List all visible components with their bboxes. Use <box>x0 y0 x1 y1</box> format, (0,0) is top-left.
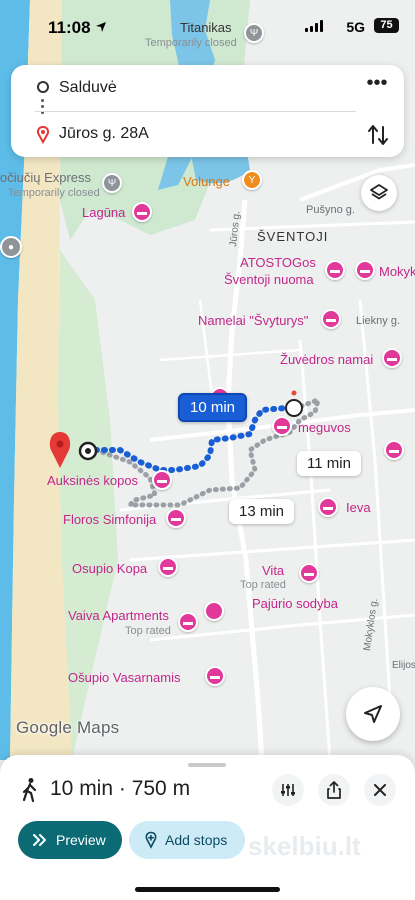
status-bar: 11:08 5G 75 <box>0 0 415 56</box>
watermark: skelbiu.lt <box>248 831 361 861</box>
place-label: Vaiva Apartments <box>68 608 169 623</box>
place-status: Top rated <box>125 625 171 637</box>
route-summary: 10 min · 750 m <box>50 777 191 800</box>
sheet-drag-handle[interactable] <box>188 763 226 767</box>
place-label: Vita <box>262 563 285 578</box>
place-label: Mokyk <box>379 264 415 279</box>
place-label: Lagūna <box>82 205 126 220</box>
swap-directions-button[interactable] <box>364 121 392 149</box>
add-stop-pin-icon <box>145 831 157 849</box>
place-label: Šventoji nuoma <box>224 272 314 287</box>
add-stops-button[interactable]: Add stops <box>129 821 245 859</box>
lodging-icon[interactable]: ▬ <box>205 666 225 686</box>
lodging-icon[interactable]: ▬ <box>355 260 375 280</box>
double-chevron-icon <box>33 834 46 846</box>
close-button[interactable] <box>364 774 396 806</box>
origin-field[interactable]: Salduvė <box>59 79 117 97</box>
layers-icon <box>370 184 388 200</box>
add-stops-label: Add stops <box>165 832 228 848</box>
destination-field[interactable]: Jūros g. 28A <box>59 125 149 143</box>
location-arrow-icon <box>96 22 106 32</box>
status-time: 11:08 <box>48 18 91 37</box>
place-label: Žuvėdros namai <box>280 352 374 367</box>
my-location-button[interactable] <box>346 687 400 741</box>
divider <box>35 111 356 112</box>
lodging-icon[interactable]: ▬ <box>132 202 152 222</box>
walking-icon <box>22 778 37 803</box>
navigation-arrow-icon <box>364 705 382 723</box>
network-type: 5G <box>346 19 365 35</box>
place-label: Namelai "Švyturys" <box>198 313 309 328</box>
origin-icon <box>37 81 49 93</box>
lodging-icon[interactable]: ▬ <box>178 612 198 632</box>
signal-icon <box>305 20 323 32</box>
place-label: Pajūrio sodyba <box>252 596 338 611</box>
bar-icon[interactable]: Y <box>242 170 262 190</box>
lodging-icon[interactable]: ▬ <box>166 508 186 528</box>
place-label: Volunge <box>183 174 230 189</box>
place-label: ATOSTOGos <box>240 255 316 270</box>
street-label: Liekny g. <box>356 315 401 327</box>
lodging-icon[interactable]: ▬ <box>325 260 345 280</box>
place-label: Auksinės kopos <box>47 473 139 488</box>
place-status: Temporarily closed <box>8 187 100 199</box>
directions-sheet: 10 min · 750 m Preview Add stops skelbiu… <box>0 755 415 900</box>
street-label: Elijos <box>392 660 415 671</box>
place-label: meguvos <box>298 420 351 435</box>
shopping-icon[interactable] <box>204 601 224 621</box>
close-icon <box>374 784 386 796</box>
lodging-icon[interactable]: ▬ <box>152 470 172 490</box>
area-label: ŠVENTOJI <box>257 229 329 244</box>
place-label: Ošupio Vasarnamis <box>68 670 181 685</box>
place-label: Osupio Kopa <box>72 561 148 576</box>
home-indicator[interactable] <box>135 887 280 892</box>
lodging-icon[interactable]: ▬ <box>318 497 338 517</box>
place-label: očiučių Express <box>0 170 92 185</box>
lodging-icon[interactable]: ▬ <box>384 440 404 460</box>
share-icon <box>327 781 341 799</box>
route-card: Salduvė Jūros g. 28A ••• <box>11 65 404 157</box>
place-label: Ieva <box>346 500 371 515</box>
lodging-icon[interactable]: ▬ <box>158 557 178 577</box>
google-maps-logo: Google Maps <box>16 718 120 737</box>
eta-selected-route[interactable]: 10 min <box>178 393 248 422</box>
layers-button[interactable] <box>361 175 397 211</box>
street-label: Pušyno g. <box>306 204 355 216</box>
lodging-icon[interactable]: ▬ <box>272 416 292 436</box>
route-options-button[interactable] <box>272 774 304 806</box>
lodging-icon[interactable]: ▬ <box>382 348 402 368</box>
lodging-icon[interactable]: ▬ <box>321 309 341 329</box>
preview-label: Preview <box>56 832 106 848</box>
sliders-icon <box>281 784 295 796</box>
place-status: Top rated <box>240 579 286 591</box>
share-button[interactable] <box>318 774 350 806</box>
battery-icon: 75 <box>374 18 399 33</box>
more-options-button[interactable]: ••• <box>364 73 390 99</box>
destination-pin-icon <box>36 126 50 144</box>
place-label: Floros Simfonija <box>63 512 157 527</box>
place-icon[interactable]: ● <box>0 236 22 258</box>
eta-alt-route-2[interactable]: 13 min <box>229 499 295 524</box>
preview-button[interactable]: Preview <box>18 821 122 859</box>
lodging-icon[interactable]: ▬ <box>299 563 319 583</box>
eta-alt-route-1[interactable]: 11 min <box>297 451 361 476</box>
restaurant-icon[interactable]: Ψ <box>102 173 122 193</box>
